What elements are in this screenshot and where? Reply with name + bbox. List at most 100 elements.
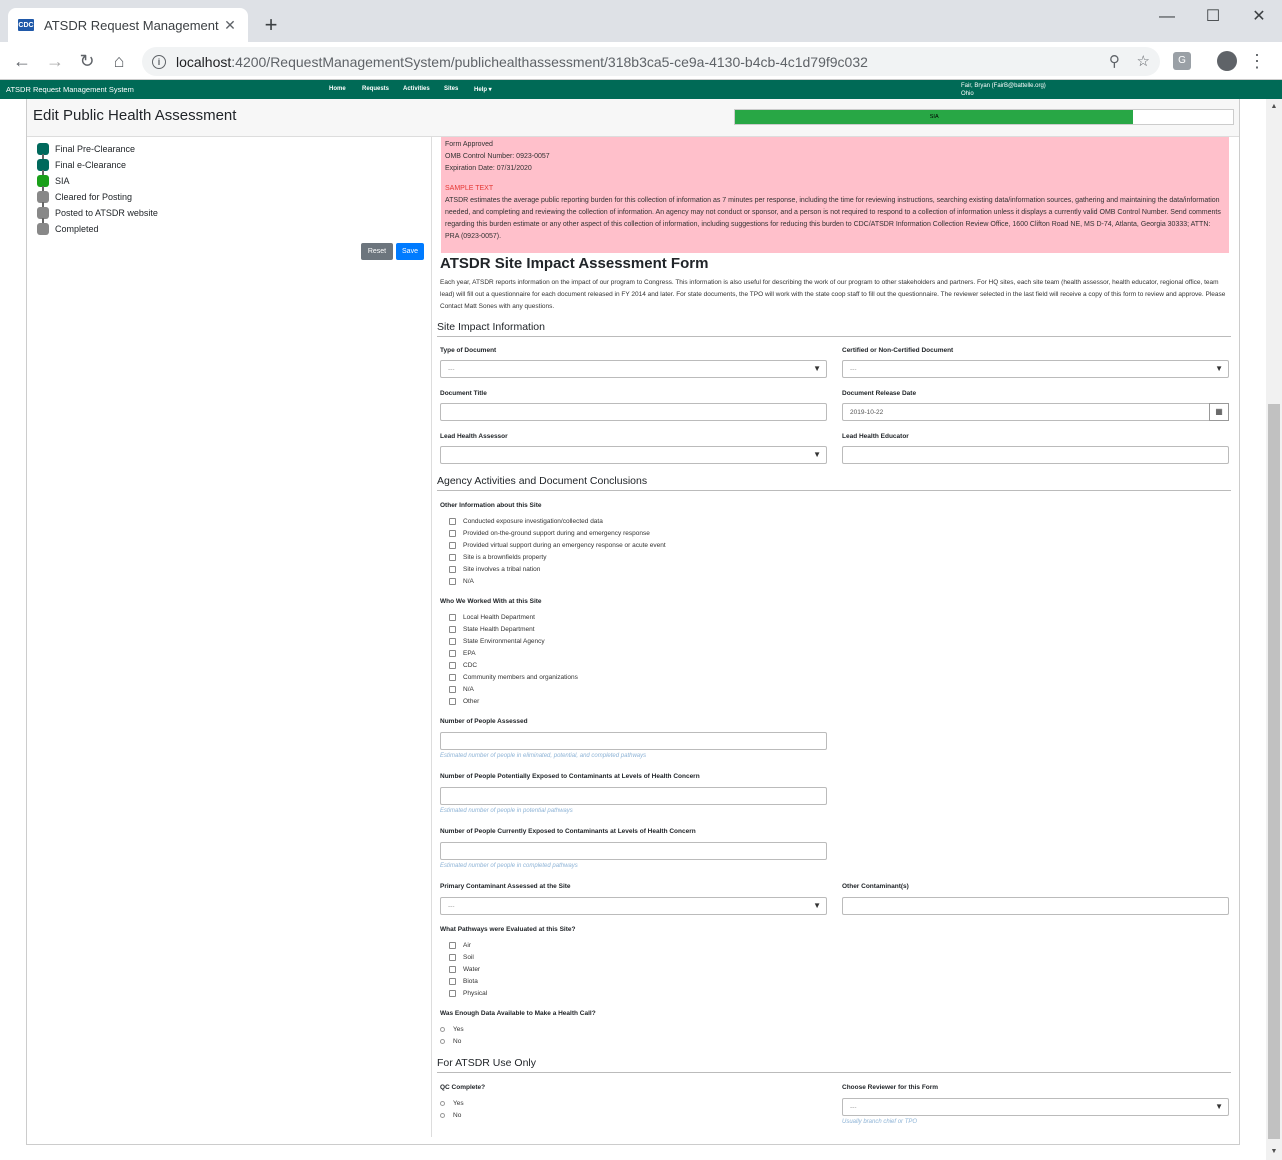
checkbox-option[interactable]: Biota <box>449 975 487 987</box>
document-title-input[interactable] <box>440 403 827 421</box>
people-assessed-hint: Estimated number of people in eliminated… <box>440 753 647 759</box>
nav-requests[interactable]: Requests <box>362 86 389 92</box>
checkbox[interactable] <box>449 529 456 537</box>
scrollbar-thumb[interactable] <box>1268 404 1280 1139</box>
checkbox[interactable] <box>449 577 456 585</box>
radio-button[interactable] <box>440 1038 445 1044</box>
reset-button[interactable]: Reset <box>361 243 393 260</box>
checkbox-option[interactable]: Air <box>449 939 487 951</box>
page-scrollbar[interactable]: ▲ ▼ <box>1266 99 1282 1160</box>
browser-tab[interactable]: CDC ATSDR Request Management Sys ✕ <box>8 8 248 42</box>
radio-option[interactable]: Yes <box>440 1097 464 1109</box>
back-arrow-icon[interactable]: ← <box>9 48 35 74</box>
checkbox-option[interactable]: Soil <box>449 951 487 963</box>
minimize-window-icon[interactable]: — <box>1144 4 1190 30</box>
scroll-down-icon[interactable]: ▼ <box>1266 1144 1282 1160</box>
radio-option[interactable]: Yes <box>440 1023 464 1035</box>
checkbox-option[interactable]: Community members and organizations <box>449 671 578 683</box>
bookmark-star-icon[interactable]: ☆ <box>1137 53 1150 70</box>
checkbox[interactable] <box>449 989 456 997</box>
checkbox[interactable] <box>449 673 456 681</box>
radio-button[interactable] <box>440 1100 445 1106</box>
checkbox-option[interactable]: N/A <box>449 575 666 587</box>
people-current-hint: Estimated number of people in completed … <box>440 863 578 869</box>
checkbox[interactable] <box>449 661 456 669</box>
zoom-icon[interactable]: ⚲ <box>1109 53 1120 70</box>
checkbox-option[interactable]: Site involves a tribal nation <box>449 563 666 575</box>
checkbox[interactable] <box>449 685 456 693</box>
option-label: EPA <box>463 649 476 657</box>
checkbox[interactable] <box>449 977 456 985</box>
profile-avatar-icon[interactable] <box>1217 51 1237 71</box>
close-tab-icon[interactable]: ✕ <box>222 17 238 34</box>
checkbox-option[interactable]: N/A <box>449 683 578 695</box>
step-label: Cleared for Posting <box>55 192 133 202</box>
people-assessed-input[interactable] <box>440 732 827 750</box>
site-info-icon[interactable]: i <box>152 54 166 69</box>
step-connector <box>42 202 44 207</box>
worked-with-checklist: Local Health Department State Health Depa… <box>449 611 578 707</box>
checkbox-option[interactable]: Provided virtual support during an emerg… <box>449 539 666 551</box>
new-tab-icon[interactable]: + <box>258 12 284 38</box>
omb-approved: Form Approved <box>445 141 493 148</box>
close-window-icon[interactable]: ✕ <box>1236 4 1282 30</box>
checkbox[interactable] <box>449 541 456 549</box>
people-current-input[interactable] <box>440 842 827 860</box>
certified-select[interactable]: --- ▼ <box>842 360 1229 378</box>
people-potential-input[interactable] <box>440 787 827 805</box>
scroll-up-icon[interactable]: ▲ <box>1266 99 1282 115</box>
checkbox[interactable] <box>449 565 456 573</box>
checkbox-option[interactable]: Conducted exposure investigation/collect… <box>449 515 666 527</box>
checkbox[interactable] <box>449 953 456 961</box>
browser-menu-icon[interactable]: ⋮ <box>1248 48 1266 74</box>
radio-option[interactable]: No <box>440 1035 464 1047</box>
checkbox-option[interactable]: Local Health Department <box>449 611 578 623</box>
checkbox[interactable] <box>449 965 456 973</box>
other-info-label: Other Information about this Site <box>440 502 542 509</box>
user-info: Fair, Bryan (FairB@battelle.org) Ohio <box>961 82 1046 98</box>
checkbox-option[interactable]: CDC <box>449 659 578 671</box>
lead-educator-input[interactable] <box>842 446 1229 464</box>
reload-icon[interactable]: ↻ <box>74 48 100 74</box>
radio-button[interactable] <box>440 1112 445 1118</box>
nav-activities[interactable]: Activities <box>403 86 430 92</box>
maximize-window-icon[interactable]: ☐ <box>1190 4 1236 30</box>
type-of-document-select[interactable]: --- ▼ <box>440 360 827 378</box>
app-navbar: ATSDR Request Management System Home Req… <box>0 80 1282 99</box>
reviewer-select[interactable]: --- ▼ <box>842 1098 1229 1116</box>
release-date-input[interactable]: 2019-10-22 ▦ <box>842 403 1229 421</box>
save-button[interactable]: Save <box>396 243 424 260</box>
forward-arrow-icon[interactable]: → <box>42 48 68 74</box>
checkbox-option[interactable]: Physical <box>449 987 487 999</box>
home-icon[interactable]: ⌂ <box>106 48 132 74</box>
form-title: ATSDR Site Impact Assessment Form <box>440 255 709 272</box>
checkbox[interactable] <box>449 941 456 949</box>
checkbox-option[interactable]: State Health Department <box>449 623 578 635</box>
extension-icon[interactable]: G <box>1173 52 1191 70</box>
checkbox-option[interactable]: Water <box>449 963 487 975</box>
radio-button[interactable] <box>440 1026 445 1032</box>
calendar-icon[interactable]: ▦ <box>1209 403 1229 421</box>
checkbox[interactable] <box>449 553 456 561</box>
checkbox-option[interactable]: Site is a brownfields property <box>449 551 666 563</box>
checkbox-option[interactable]: State Environmental Agency <box>449 635 578 647</box>
checkbox[interactable] <box>449 517 456 525</box>
nav-home[interactable]: Home <box>329 86 346 92</box>
primary-contaminant-select[interactable]: --- ▼ <box>440 897 827 915</box>
tab-title: ATSDR Request Management Sys <box>44 17 222 33</box>
checkbox-option[interactable]: Provided on-the-ground support during an… <box>449 527 666 539</box>
address-bar[interactable]: i localhost:4200/RequestManagementSystem… <box>142 47 1160 76</box>
other-contaminant-input[interactable] <box>842 897 1229 915</box>
checkbox[interactable] <box>449 697 456 705</box>
checkbox-option[interactable]: Other <box>449 695 578 707</box>
nav-help[interactable]: Help ▾ <box>474 86 492 93</box>
nav-sites[interactable]: Sites <box>444 86 458 92</box>
checkbox[interactable] <box>449 637 456 645</box>
app-brand[interactable]: ATSDR Request Management System <box>6 85 134 94</box>
lead-assessor-select[interactable]: ▼ <box>440 446 827 464</box>
checkbox[interactable] <box>449 625 456 633</box>
checkbox[interactable] <box>449 613 456 621</box>
radio-option[interactable]: No <box>440 1109 464 1121</box>
checkbox-option[interactable]: EPA <box>449 647 578 659</box>
checkbox[interactable] <box>449 649 456 657</box>
